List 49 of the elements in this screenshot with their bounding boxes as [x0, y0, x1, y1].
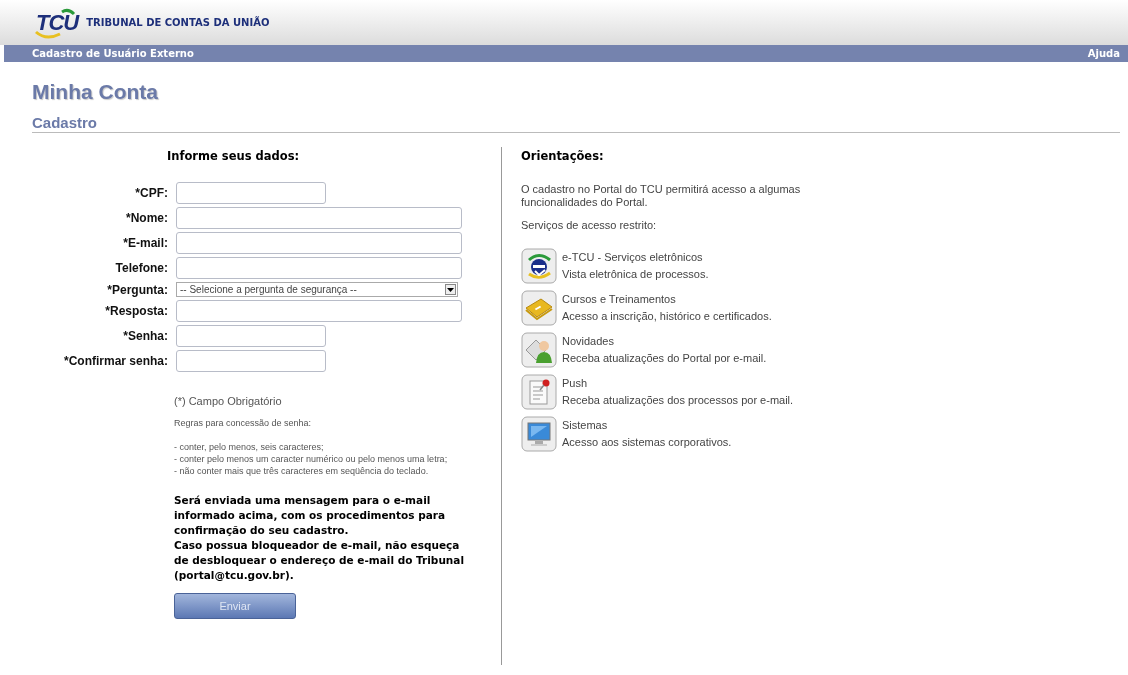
- password-rule: - conter pelo menos um caracter numérico ou pelo menos uma letra;: [174, 453, 449, 465]
- service-title: Sistemas: [562, 418, 609, 433]
- service-title: e-TCU - Serviços eletrônicos: [562, 250, 704, 265]
- text-field[interactable]: [176, 300, 462, 322]
- text-field[interactable]: [176, 207, 462, 229]
- field-label: Telefone:: [114, 261, 168, 275]
- field-label: *Confirmar senha:: [62, 354, 168, 368]
- field-label: *Nome:: [125, 211, 168, 225]
- guidance-heading: Orientações:: [521, 149, 605, 163]
- service-title: Push: [562, 376, 589, 391]
- pinned-note-icon: [521, 374, 557, 410]
- logo: TCU: [34, 9, 81, 36]
- form-heading: Informe seus dados:: [167, 149, 301, 163]
- service-title: Novidades: [562, 334, 615, 349]
- submit-button[interactable]: Enviar: [174, 593, 296, 619]
- rules-title: Regras para concessão de senha:: [174, 417, 313, 429]
- section-title: Cadastro: [32, 114, 1120, 133]
- service-description: Acesso aos sistemas corporativos.: [562, 435, 732, 450]
- password-rule: - conter, pelo menos, seis caracteres;: [174, 441, 325, 453]
- text-field[interactable]: [176, 232, 462, 254]
- service-title: Cursos e Treinamentos: [562, 292, 677, 307]
- notice-text: Será enviada uma mensagem para o e-mail informado acima, com os procedimentos para confirmação do seu cadastro.: [174, 493, 447, 538]
- service-description: Receba atualizações dos processos por e-mail.: [562, 393, 794, 408]
- service-description: Receba atualizações do Portal por e-mail.: [562, 351, 767, 366]
- field-label: *Senha:: [122, 329, 168, 343]
- intro-text: O cadastro no Portal do TCU permitirá acesso a algumas funcionalidades do Portal.: [521, 183, 802, 209]
- user-envelope-icon: [521, 332, 557, 368]
- monitor-icon: [521, 416, 557, 452]
- field-label: *Resposta:: [104, 304, 168, 318]
- text-field[interactable]: [176, 350, 326, 372]
- text-field[interactable]: [176, 325, 326, 347]
- dropdown-arrow-icon: [447, 287, 454, 292]
- notice-text: Caso possua bloqueador de e-mail, não esqueça de desbloquear o endereço de e-mail do Tribunal (portal@tcu.gov.br).: [174, 538, 465, 583]
- organization-name: TRIBUNAL DE CONTAS DA UNIÃO: [86, 17, 270, 28]
- services-title: Serviços de acesso restrito:: [521, 219, 658, 232]
- required-note: (*) Campo Obrigatório: [174, 395, 283, 407]
- help-link[interactable]: Ajuda: [1087, 48, 1120, 59]
- security-question-dropdown[interactable]: -- Selecione a pergunta de segurança --: [176, 282, 458, 297]
- field-label: *E-mail:: [122, 236, 168, 250]
- text-field[interactable]: [176, 182, 326, 204]
- page-title: Minha Conta: [32, 80, 159, 104]
- field-label: *Pergunta:: [106, 282, 168, 297]
- password-rule: - não conter mais que três caracteres em seqüência do teclado.: [174, 465, 430, 477]
- service-description: Acesso a inscrição, histórico e certificados.: [562, 309, 772, 324]
- field-label: *CPF:: [134, 186, 168, 200]
- book-icon: [521, 290, 557, 326]
- nav-title: Cadastro de Usuário Externo: [32, 48, 194, 59]
- service-description: Vista eletrônica de processos.: [562, 267, 709, 282]
- text-field[interactable]: [176, 257, 462, 279]
